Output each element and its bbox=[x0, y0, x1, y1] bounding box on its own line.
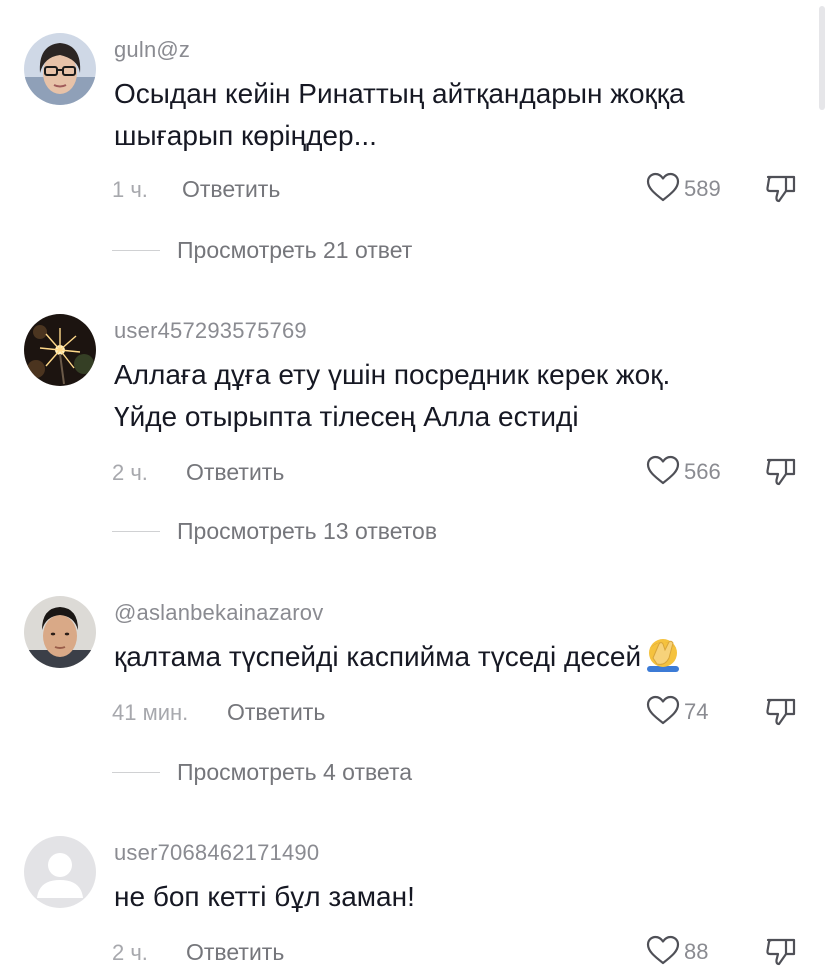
dislike-button[interactable] bbox=[764, 696, 798, 733]
comment-time: 2 ч. bbox=[112, 940, 148, 965]
view-replies-button[interactable]: Просмотреть 4 ответа bbox=[112, 757, 412, 787]
avatar[interactable] bbox=[24, 33, 96, 105]
comment-username[interactable]: user457293575769 bbox=[114, 318, 307, 344]
thumbs-down-outline-icon bbox=[764, 175, 798, 209]
avatar[interactable] bbox=[24, 314, 96, 386]
view-replies-button[interactable]: Просмотреть 13 ответов bbox=[112, 516, 437, 546]
like-count: 589 bbox=[684, 176, 721, 201]
like-button[interactable]: 566 bbox=[646, 455, 721, 490]
comment-text: қалтама түспейді каспийма түседі десей bbox=[114, 636, 794, 684]
divider bbox=[112, 530, 160, 532]
comment-username[interactable]: guln@z bbox=[114, 37, 190, 63]
heart-outline-icon bbox=[646, 935, 680, 970]
comment-username[interactable]: user7068462171490 bbox=[114, 840, 319, 866]
comment-text: не боп кетті бұл заман! bbox=[114, 881, 415, 912]
comment-time: 2 ч. bbox=[112, 460, 148, 485]
dislike-button[interactable] bbox=[764, 456, 798, 493]
view-replies-label: Просмотреть 21 ответ bbox=[177, 236, 413, 263]
comment-time: 1 ч. bbox=[112, 177, 148, 202]
scrollbar[interactable] bbox=[819, 6, 825, 110]
comment-meta: 2 ч. Ответить 566 bbox=[112, 455, 802, 490]
like-button[interactable]: 74 bbox=[646, 695, 709, 730]
view-replies-label: Просмотреть 4 ответа bbox=[177, 758, 413, 785]
like-button[interactable]: 88 bbox=[646, 935, 709, 970]
comment-text-content: қалтама түспейді каспийма түседі десей bbox=[114, 641, 642, 672]
thumbs-down-outline-icon bbox=[764, 698, 798, 732]
divider bbox=[112, 771, 160, 773]
reply-button[interactable]: Ответить bbox=[227, 699, 325, 726]
reply-button[interactable]: Ответить bbox=[186, 459, 284, 486]
heart-outline-icon bbox=[646, 455, 680, 490]
reply-button[interactable]: Ответить bbox=[182, 176, 280, 203]
dislike-button[interactable] bbox=[764, 936, 798, 973]
avatar[interactable] bbox=[24, 836, 96, 908]
comment-meta: 1 ч. Ответить 589 bbox=[112, 172, 802, 207]
avatar[interactable] bbox=[24, 596, 96, 668]
like-button[interactable]: 589 bbox=[646, 172, 721, 207]
dislike-button[interactable] bbox=[764, 173, 798, 210]
heart-outline-icon bbox=[646, 172, 680, 207]
like-count: 88 bbox=[684, 939, 709, 964]
facepalm-emoji-icon bbox=[643, 636, 683, 684]
comment-meta: 41 мин. Ответить 74 bbox=[112, 695, 802, 730]
view-replies-label: Просмотреть 13 ответов bbox=[177, 517, 438, 544]
like-count: 566 bbox=[684, 459, 721, 484]
comment-time: 41 мин. bbox=[112, 700, 189, 725]
view-replies-button[interactable]: Просмотреть 21 ответ bbox=[112, 235, 412, 265]
heart-outline-icon bbox=[646, 695, 680, 730]
divider bbox=[112, 249, 160, 251]
comment-username[interactable]: @aslanbekainazarov bbox=[114, 600, 323, 626]
thumbs-down-outline-icon bbox=[764, 458, 798, 492]
comment-text: Аллаға дұға ету үшін посредник керек жоқ… bbox=[114, 359, 671, 432]
like-count: 74 bbox=[684, 699, 709, 724]
thumbs-down-outline-icon bbox=[764, 938, 798, 972]
reply-button[interactable]: Ответить bbox=[186, 939, 284, 966]
comment-text: Осыдан кейін Ринаттың айтқандарын жоққа … bbox=[114, 78, 685, 151]
comment-meta: 2 ч. Ответить 88 bbox=[112, 935, 802, 970]
